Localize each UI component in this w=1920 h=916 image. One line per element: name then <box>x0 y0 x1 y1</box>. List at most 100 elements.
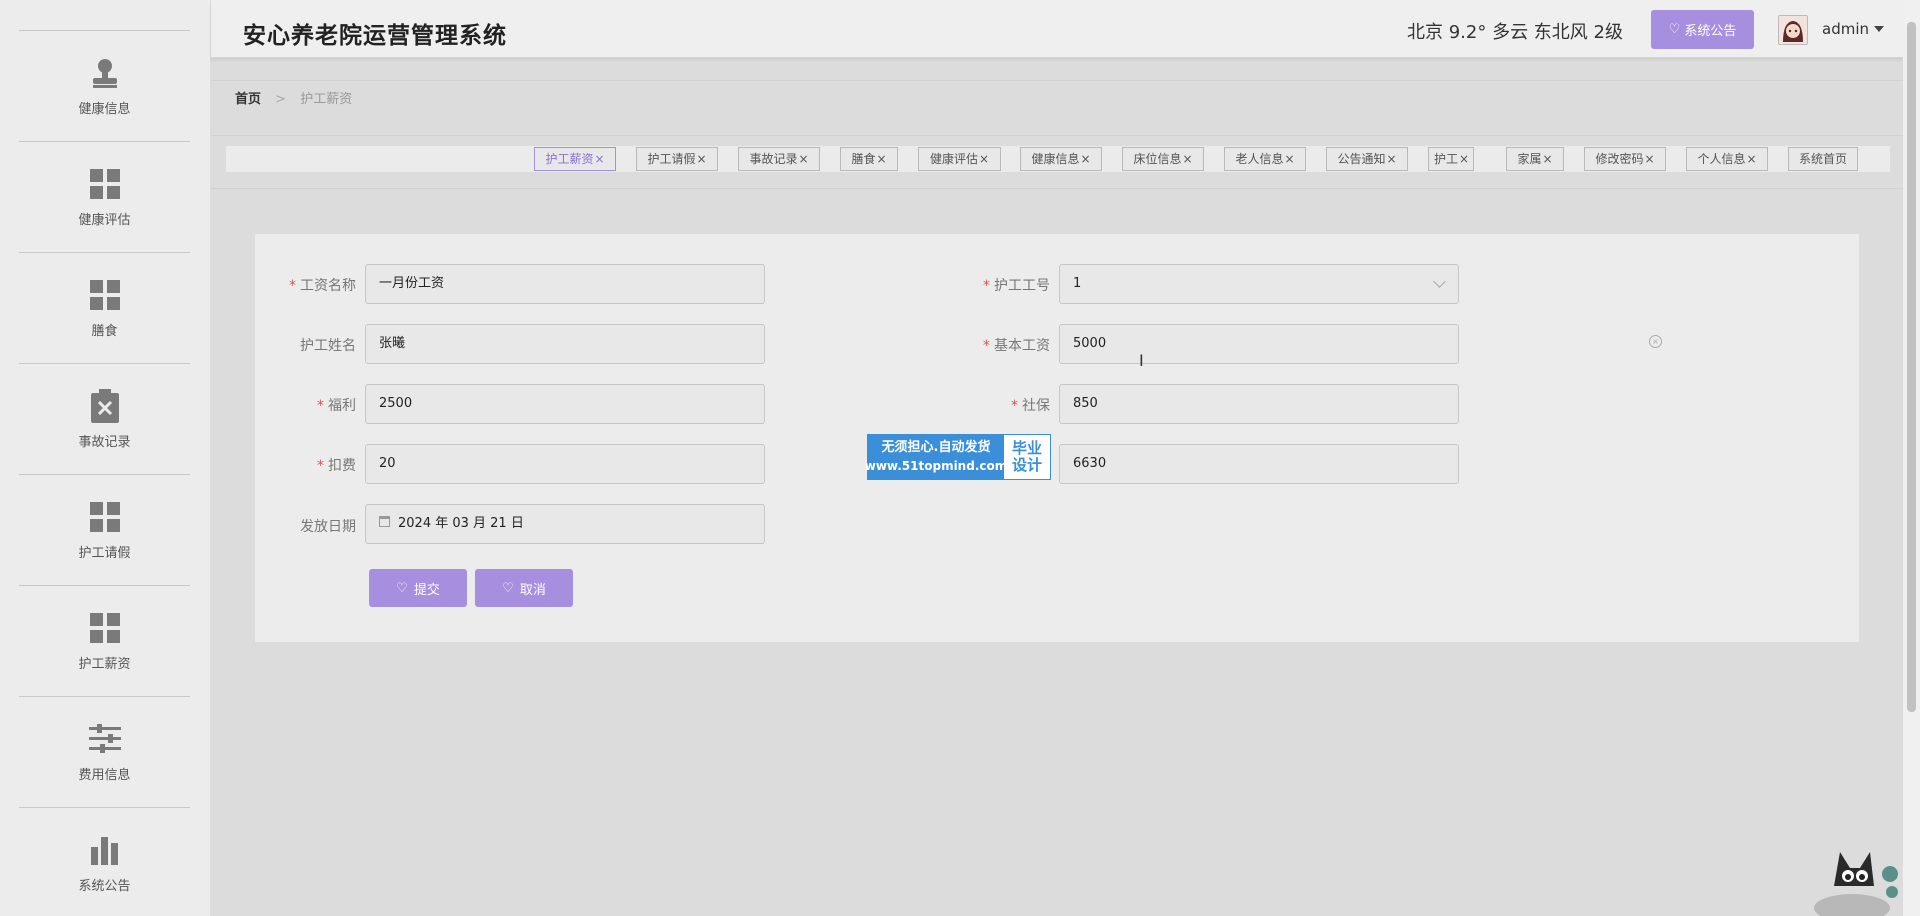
tab-change-password[interactable]: 修改密码× <box>1584 147 1666 171</box>
welfare-label: * 福利 <box>317 398 356 414</box>
clear-icon[interactable]: × <box>1649 335 1662 348</box>
username[interactable]: admin <box>1822 20 1869 38</box>
tab-label: 系统首页 <box>1798 152 1847 166</box>
tab-profile[interactable]: 个人信息× <box>1686 147 1768 171</box>
heart-icon: ♡ <box>396 580 408 596</box>
tab-label: 修改密码 <box>1595 152 1644 166</box>
tab-label: 老人信息 <box>1235 152 1284 166</box>
tab-worker-salary[interactable]: 护工薪资× <box>534 147 616 171</box>
sidebar-item-announcements[interactable]: 系统公告 <box>19 807 190 916</box>
sidebar-item-meals[interactable]: 膳食 <box>19 252 190 363</box>
tab-health-info[interactable]: 健康信息× <box>1020 147 1102 171</box>
pay-date-label: 发放日期 <box>300 519 356 535</box>
tab-workers[interactable]: 护工× <box>1428 147 1474 171</box>
sidebar-item-worker-salary[interactable]: 护工薪资 <box>19 585 190 696</box>
tab-label: 事故记录 <box>749 152 798 166</box>
system-notice-label: 系统公告 <box>1684 24 1737 39</box>
close-icon[interactable]: × <box>696 152 706 166</box>
bar-chart-icon <box>88 833 122 867</box>
breadcrumb-current: 护工薪资 <box>300 92 353 107</box>
tab-label: 家属 <box>1517 152 1542 166</box>
worker-no-select[interactable]: 1 <box>1059 264 1459 304</box>
tab-meals[interactable]: 膳食× <box>840 147 898 171</box>
close-icon[interactable]: × <box>979 152 989 166</box>
calendar-icon <box>379 516 390 527</box>
tab-accident-records[interactable]: 事故记录× <box>738 147 820 171</box>
divider <box>211 135 1903 136</box>
tab-home[interactable]: 系统首页 <box>1788 147 1858 171</box>
watermark-badge-line2: 设计 <box>1011 456 1042 474</box>
grid-icon <box>88 500 122 534</box>
tab-health-assessment[interactable]: 健康评估× <box>918 147 1001 171</box>
tab-label: 健康信息 <box>1031 152 1080 166</box>
social-security-input[interactable]: 850 <box>1059 384 1459 424</box>
cancel-button[interactable]: ♡ 取消 <box>475 569 573 607</box>
tab-label: 个人信息 <box>1697 152 1746 166</box>
sidebar-item-health-info[interactable]: 健康信息 <box>19 30 190 141</box>
heart-icon: ♡ <box>502 580 514 596</box>
chevron-down-icon[interactable] <box>1874 26 1884 32</box>
close-icon[interactable]: × <box>1284 152 1294 166</box>
deduction-label: * 扣费 <box>317 458 356 474</box>
weather-widget: 北京 9.2° 多云 东北风 2级 <box>1407 22 1623 43</box>
deduction-input[interactable]: 20 <box>365 444 765 484</box>
scrollbar-thumb[interactable] <box>1907 22 1916 712</box>
user-icon <box>88 56 122 90</box>
sidebar-item-label: 护工请假 <box>78 545 131 561</box>
close-icon[interactable]: × <box>1459 152 1469 166</box>
worker-name-input[interactable]: 张曦 <box>365 324 765 364</box>
page-scrollbar[interactable] <box>1903 0 1920 916</box>
app-title: 安心养老院运营管理系统 <box>243 23 507 49</box>
pay-date-picker[interactable]: 2024 年 03 月 21 日 <box>365 504 765 544</box>
close-icon[interactable]: × <box>1182 152 1192 166</box>
watermark-url: www.51topmind.com <box>864 459 1008 473</box>
close-icon[interactable]: × <box>798 152 808 166</box>
cancel-label: 取消 <box>519 582 546 598</box>
close-icon[interactable]: × <box>876 152 886 166</box>
tab-label: 床位信息 <box>1133 152 1182 166</box>
tab-elder-info[interactable]: 老人信息× <box>1224 147 1306 171</box>
system-notice-button[interactable]: ♡ 系统公告 <box>1651 10 1754 49</box>
close-icon[interactable]: × <box>1080 152 1090 166</box>
close-icon[interactable]: × <box>1386 152 1396 166</box>
clipboard-x-icon <box>88 388 122 423</box>
tab-worker-leave[interactable]: 护工请假× <box>636 147 718 171</box>
sliders-icon <box>88 722 122 756</box>
tab-label: 护工薪资 <box>545 152 594 166</box>
sidebar-item-label: 护工薪资 <box>78 656 131 672</box>
sidebar-item-label: 健康评估 <box>78 212 131 228</box>
sidebar-item-accident-records[interactable]: 事故记录 <box>19 363 190 474</box>
breadcrumb-separator: > <box>275 92 287 107</box>
tab-label: 护工 <box>1434 152 1459 166</box>
actual-salary-input[interactable]: 6630 <box>1059 444 1459 484</box>
tab-announcements[interactable]: 公告通知× <box>1326 147 1408 171</box>
tab-family[interactable]: 家属× <box>1506 147 1564 171</box>
worker-name-label: 护工姓名 <box>300 338 356 354</box>
breadcrumb-home[interactable]: 首页 <box>235 92 261 107</box>
base-salary-input[interactable]: 5000 <box>1059 324 1459 364</box>
top-header: 安心养老院运营管理系统 北京 9.2° 多云 东北风 2级 ♡ 系统公告 adm… <box>211 0 1903 58</box>
mascot-illustration <box>1812 846 1900 916</box>
close-icon[interactable]: × <box>1542 152 1552 166</box>
sidebar-item-label: 费用信息 <box>78 767 131 783</box>
close-icon[interactable]: × <box>1746 152 1756 166</box>
watermark-stamp: 无须担心.自动发货 www.51topmind.com 毕业 设计 <box>864 434 1051 480</box>
salary-name-input[interactable]: 一月份工资 <box>365 264 765 304</box>
close-icon[interactable]: × <box>1644 152 1654 166</box>
chevron-down-icon <box>1433 275 1446 288</box>
divider <box>211 188 1903 189</box>
sidebar-item-fee-info[interactable]: 费用信息 <box>19 696 190 807</box>
sidebar-item-label: 系统公告 <box>78 878 131 894</box>
submit-button[interactable]: ♡ 提交 <box>369 569 467 607</box>
tab-label: 护工请假 <box>647 152 696 166</box>
welfare-input[interactable]: 2500 <box>365 384 765 424</box>
sidebar-item-label: 膳食 <box>91 323 118 339</box>
sidebar: 健康信息 健康评估 膳食 事故记录 护工请假 护工薪资 费用信息 系统公告 <box>0 0 210 916</box>
close-icon[interactable]: × <box>594 152 604 166</box>
tab-bed-info[interactable]: 床位信息× <box>1122 147 1204 171</box>
worker-no-value: 1 <box>1073 276 1082 291</box>
avatar[interactable] <box>1778 15 1808 45</box>
sidebar-item-worker-leave[interactable]: 护工请假 <box>19 474 190 585</box>
text-cursor-icon: I <box>1139 351 1144 370</box>
sidebar-item-health-assessment[interactable]: 健康评估 <box>19 141 190 252</box>
